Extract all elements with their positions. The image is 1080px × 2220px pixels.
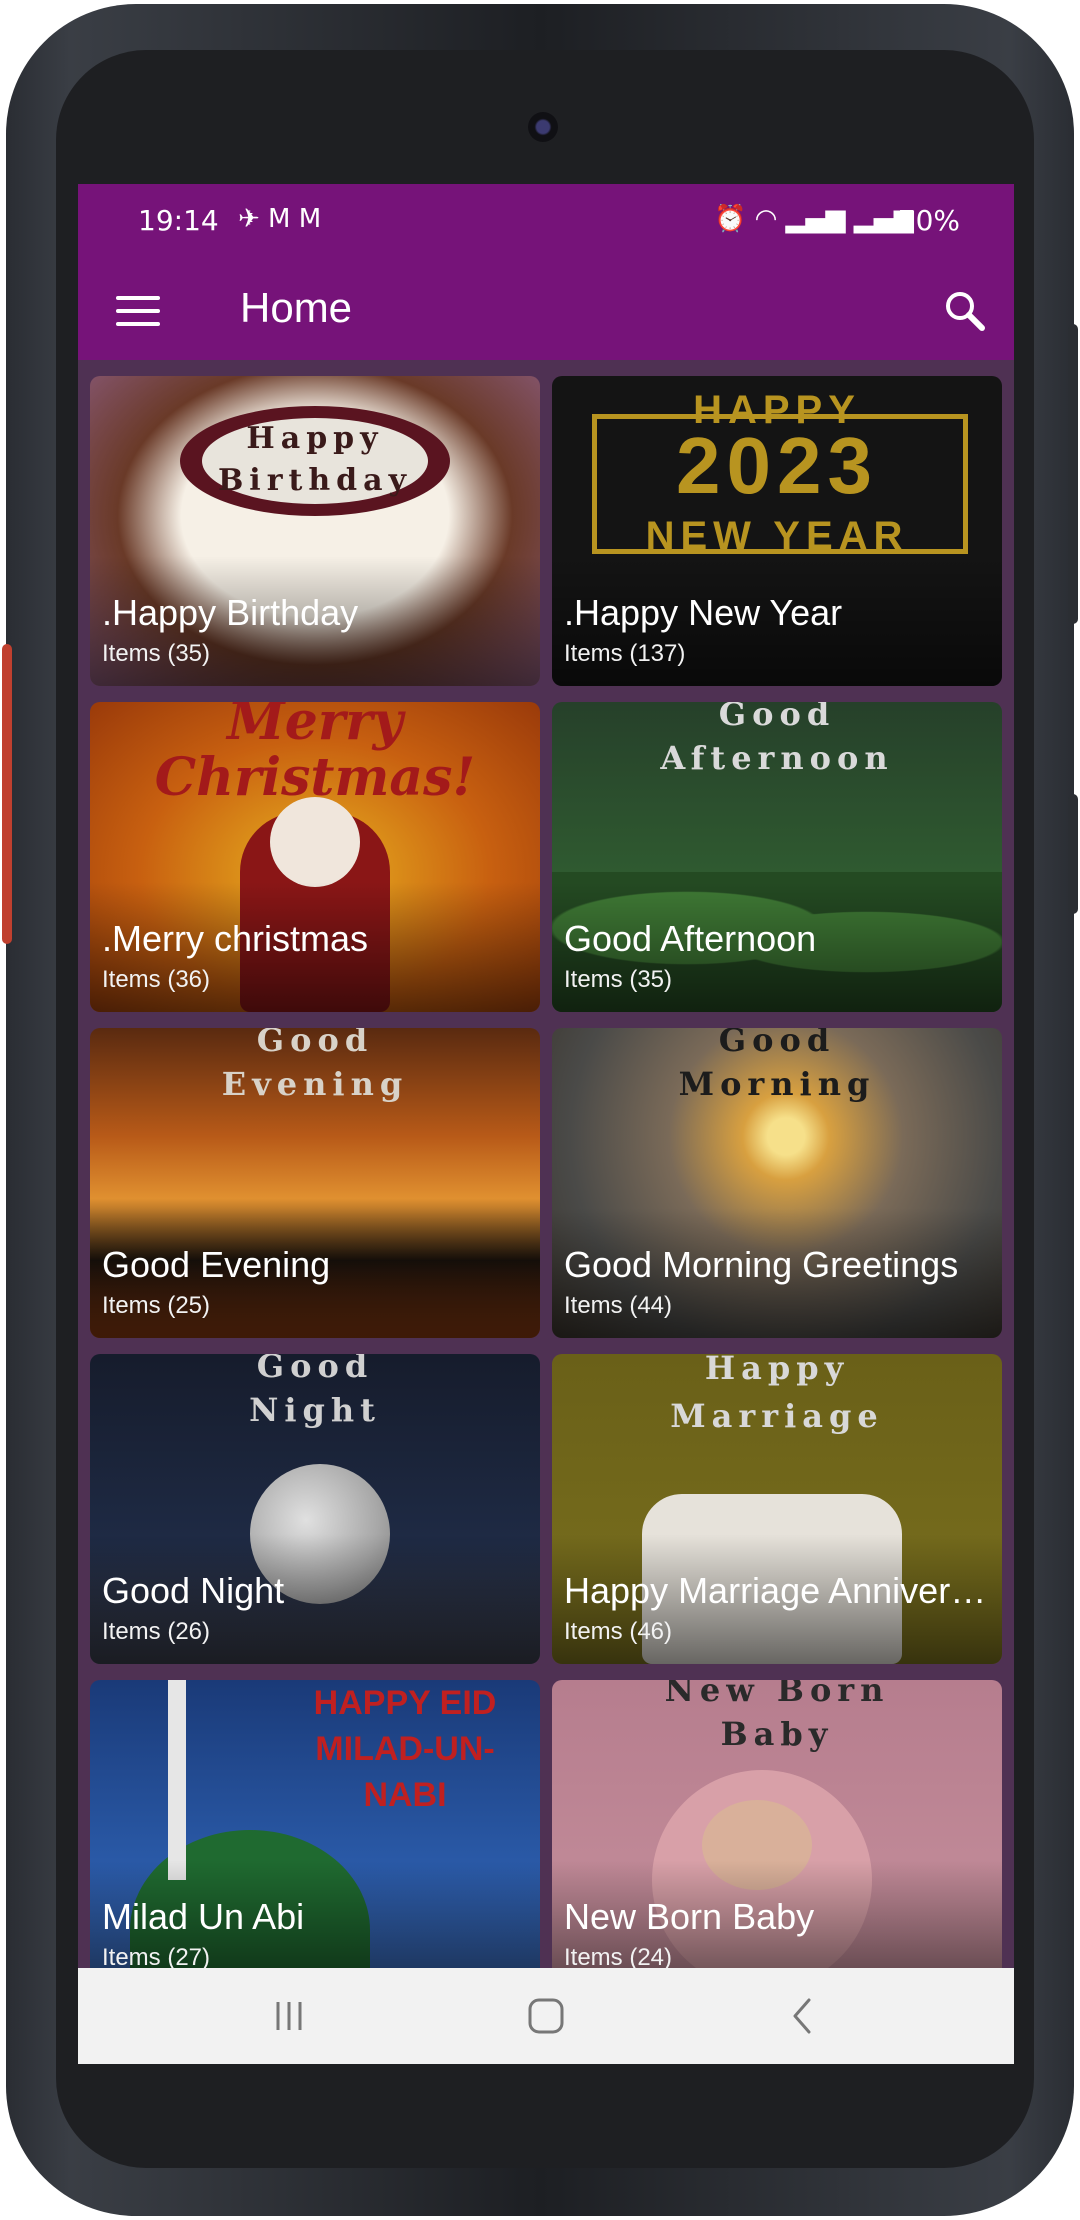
category-card-happy-birthday[interactable]: Happy Birthday .Happy Birthday Items (35) (90, 376, 540, 686)
page-title: Home (240, 284, 353, 331)
phone-frame: 19:14 ✈ M M ⏰ ◠ ▂▄▆ ▂▄▆ 70% Home Happy Bi… (2, 4, 1078, 2216)
category-card-good-evening[interactable]: Good Evening Good Evening Items (25) (90, 1028, 540, 1338)
power-button (1068, 794, 1078, 914)
card-count: Items (46) (564, 1618, 673, 1645)
card-title: Happy Marriage Anniversary (564, 1570, 988, 1611)
card-title: Good Evening (102, 1244, 331, 1285)
card-count: Items (26) (102, 1618, 211, 1645)
card-art-text: HAPPY EID MILAD-UN- NABI (313, 1684, 497, 1814)
card-art-text: New Born Baby (664, 1680, 890, 1753)
card-title: .Happy New Year (564, 592, 843, 633)
category-card-good-morning[interactable]: Good Morning Good Morning Greetings Items… (552, 1028, 1002, 1338)
alarm-wifi-signal-icons: ⏰ ◠ ▂▄▆ ▂▄▆ (714, 204, 914, 234)
card-art-text: Merry Christmas! (154, 702, 476, 808)
side-button-left (2, 644, 12, 944)
system-nav-bar (78, 1968, 1014, 2064)
card-count: Items (137) (564, 640, 686, 667)
card-count: Items (27) (102, 1944, 211, 1968)
volume-button (1068, 324, 1078, 624)
battery-level: 70% (897, 204, 960, 237)
category-card-good-afternoon[interactable]: Good Afternoon Good Afternoon Items (35) (552, 702, 1002, 1012)
app-bar: Home (78, 262, 1014, 360)
screen: 19:14 ✈ M M ⏰ ◠ ▂▄▆ ▂▄▆ 70% Home Happy Bi… (78, 184, 1014, 2064)
status-time: 19:14 (138, 204, 219, 237)
category-card-good-night[interactable]: Good Night Good Night Items (26) (90, 1354, 540, 1664)
home-icon[interactable] (521, 1994, 571, 2038)
card-count: Items (35) (102, 640, 211, 667)
card-count: Items (25) (102, 1292, 211, 1319)
category-card-merry-christmas[interactable]: Merry Christmas! .Merry christmas Items (… (90, 702, 540, 1012)
notification-icons: ✈ M M (238, 204, 322, 234)
card-title: New Born Baby (564, 1896, 815, 1937)
category-card-happy-new-year[interactable]: HAPPY 2023 NEW YEAR .Happy New Year Items … (552, 376, 1002, 686)
card-title: Good Morning Greetings (564, 1244, 959, 1285)
card-title: Milad Un Abi (102, 1896, 305, 1937)
card-title: Good Night (102, 1570, 285, 1611)
card-art-text: Good Afternoon (660, 702, 894, 777)
category-grid: Happy Birthday .Happy Birthday Items (35)… (78, 360, 1014, 1968)
search-icon[interactable] (940, 286, 990, 336)
category-card-milad-un-abi[interactable]: HAPPY EID MILAD-UN- NABI Milad Un Abi Item… (90, 1680, 540, 1968)
card-title: Good Afternoon (564, 918, 817, 959)
card-count: Items (36) (102, 966, 211, 993)
card-title: .Happy Birthday (102, 592, 359, 633)
card-art-text: HAPPY 2023 NEW YEAR (645, 388, 909, 558)
card-art-text: Good Evening (221, 1028, 409, 1103)
status-bar: 19:14 ✈ M M ⏰ ◠ ▂▄▆ ▂▄▆ 70% (78, 184, 1014, 262)
card-count: Items (44) (564, 1292, 673, 1319)
back-icon[interactable] (778, 1994, 828, 2038)
hamburger-icon[interactable] (116, 294, 162, 328)
card-art-text: Good Night (249, 1354, 381, 1429)
category-card-new-born-baby[interactable]: New Born Baby New Born Baby Items (24) (552, 1680, 1002, 1968)
category-card-happy-marriage[interactable]: Happy Marriage Happy Marriage Anniversary… (552, 1354, 1002, 1664)
card-art-text: Good Morning (678, 1028, 876, 1103)
card-count: Items (35) (564, 966, 673, 993)
card-art-text: Happy Marriage (670, 1354, 884, 1435)
front-camera (528, 112, 558, 142)
card-count: Items (24) (564, 1944, 673, 1968)
card-title: .Merry christmas (102, 918, 369, 959)
card-art-text: Happy Birthday (217, 421, 413, 498)
recents-icon[interactable] (264, 1994, 314, 2038)
